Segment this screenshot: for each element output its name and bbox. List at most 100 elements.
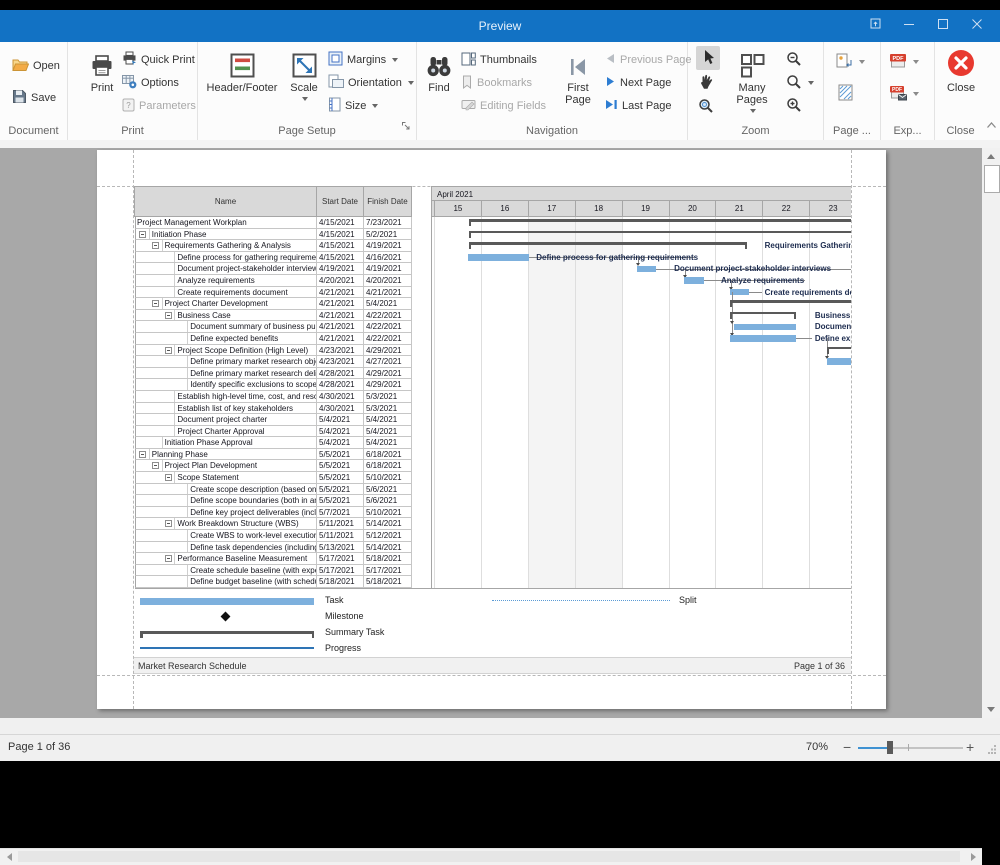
many-pages-button[interactable]: Many Pages (724, 48, 780, 113)
zoom-slider-progress (858, 747, 890, 749)
zoom-slider-thumb[interactable] (887, 741, 893, 754)
ribbon-group-page: Page ... (824, 42, 881, 140)
save-button[interactable]: Save (12, 88, 56, 108)
print-button[interactable]: Print (80, 48, 124, 94)
task-row-name-cell: Create schedule baseline (with expected (135, 565, 317, 577)
maximize-icon (937, 17, 949, 35)
quick-print-button[interactable]: Quick Print (122, 50, 195, 70)
magnifier-tool-button[interactable] (698, 97, 714, 117)
task-row-name-cell: Project Plan Development (135, 460, 317, 472)
bookmarks-button[interactable]: Bookmarks (461, 73, 532, 93)
previous-page-button[interactable]: Previous Page (605, 50, 692, 70)
many-pages-icon (739, 48, 765, 78)
scroll-left-button[interactable] (2, 850, 16, 863)
collapse-glyph[interactable] (152, 462, 159, 469)
float-window-button[interactable] (858, 13, 892, 39)
task-finish-date: 4/22/2021 (364, 310, 412, 322)
zoom-slider-plus-button[interactable]: + (966, 739, 974, 755)
horizontal-scroll-thumb[interactable] (18, 851, 960, 862)
tree-indent-line (174, 252, 175, 263)
first-page-label-2: Page (565, 94, 591, 106)
grid-line (481, 217, 482, 588)
collapse-glyph[interactable] (165, 474, 172, 481)
task-name: Project Charter Approval (177, 427, 264, 436)
collapse-glyph[interactable] (165, 520, 172, 527)
last-page-button[interactable]: Last Page (605, 96, 672, 116)
maximize-button[interactable] (926, 13, 960, 39)
collapse-glyph[interactable] (139, 231, 146, 238)
report-footer-title: Market Research Schedule (138, 661, 247, 671)
vertical-scrollbar[interactable] (982, 148, 1000, 718)
minimize-button[interactable] (892, 13, 926, 39)
close-window-button[interactable] (960, 13, 994, 39)
export-graphic-button[interactable] (836, 52, 865, 72)
tree-indent-line (187, 379, 188, 390)
collapse-glyph[interactable] (165, 312, 172, 319)
task-bar (734, 324, 796, 331)
task-row-name-cell: Create WBS to work-level execution (135, 530, 317, 542)
zoom-dropdown-button[interactable] (786, 73, 814, 93)
horizontal-scrollbar[interactable] (0, 848, 982, 865)
task-row-name-cell: Document project charter (135, 414, 317, 426)
summary-bar (469, 219, 851, 222)
collapse-glyph[interactable] (165, 555, 172, 562)
group-label-page: Page ... (824, 125, 880, 137)
watermark-button[interactable] (838, 84, 853, 104)
export-pdf-button[interactable]: PDF (889, 52, 919, 72)
task-finish-date: 5/4/2021 (364, 426, 412, 438)
first-page-button[interactable]: First Page (557, 48, 599, 106)
print-label: Print (91, 82, 114, 94)
size-button[interactable]: Size (328, 96, 378, 116)
zoom-in-button[interactable] (786, 96, 802, 116)
collapse-glyph[interactable] (152, 242, 159, 249)
scroll-right-button[interactable] (966, 850, 980, 863)
scale-button[interactable]: Scale (282, 48, 326, 101)
task-row-name-cell: Define budget baseline (with schedule a (135, 576, 317, 588)
task-name: Identify specific exclusions to scope (190, 380, 317, 389)
task-start-date: 4/20/2021 (317, 275, 364, 287)
close-preview-button[interactable]: Close (939, 48, 983, 94)
header-footer-button[interactable]: Header/Footer (204, 48, 280, 94)
task-name: Document project-stakeholder interviews (177, 264, 317, 273)
thumbnails-label: Thumbnails (480, 54, 537, 66)
task-row-name-cell: Define task dependencies (including pre (135, 542, 317, 554)
options-button[interactable]: Options (122, 73, 179, 93)
pdf-file-icon: PDF (889, 53, 907, 71)
task-name: Define scope boundaries (both in and o (190, 496, 317, 505)
send-pdf-email-button[interactable]: PDF (889, 84, 919, 104)
orientation-button[interactable]: Orientation (328, 73, 414, 93)
hand-icon (698, 74, 714, 93)
zoom-slider-minus-button[interactable]: − (843, 739, 851, 755)
task-name: Define budget baseline (with schedule a (190, 577, 317, 586)
collapse-glyph[interactable] (165, 347, 172, 354)
task-start-date: 5/17/2021 (317, 553, 364, 565)
task-start-date: 4/28/2021 (317, 368, 364, 380)
vertical-scroll-thumb[interactable] (984, 165, 1000, 193)
resize-grip[interactable] (988, 745, 997, 757)
scroll-down-button[interactable] (983, 703, 999, 716)
task-start-date: 5/4/2021 (317, 437, 364, 449)
scroll-up-button[interactable] (983, 150, 999, 163)
task-start-date: 4/15/2021 (317, 240, 364, 252)
task-start-date: 5/5/2021 (317, 495, 364, 507)
zoom-out-button[interactable] (786, 50, 802, 70)
next-page-button[interactable]: Next Page (605, 73, 671, 93)
next-page-icon (605, 76, 616, 90)
editing-fields-button[interactable]: Editing Fields (461, 96, 546, 116)
task-row-name-cell: Define primary market research delivera (135, 368, 317, 380)
task-name: Requirements Gathering & Analysis (165, 241, 291, 250)
collapse-ribbon-button[interactable] (986, 116, 997, 134)
quick-print-label: Quick Print (141, 54, 195, 66)
margins-button[interactable]: Margins (328, 50, 398, 70)
collapse-glyph[interactable] (139, 451, 146, 458)
find-button[interactable]: Find (419, 48, 459, 94)
open-button[interactable]: Open (12, 56, 60, 76)
legend-progress-swatch (140, 647, 314, 649)
collapse-glyph[interactable] (152, 300, 159, 307)
hand-tool-button[interactable] (698, 73, 714, 93)
thumbnails-button[interactable]: Thumbnails (461, 50, 537, 70)
orientation-label: Orientation (348, 77, 402, 89)
parameters-button[interactable]: ? Parameters (122, 96, 196, 116)
pointer-tool-button[interactable] (696, 46, 720, 70)
task-start-date: 4/23/2021 (317, 356, 364, 368)
